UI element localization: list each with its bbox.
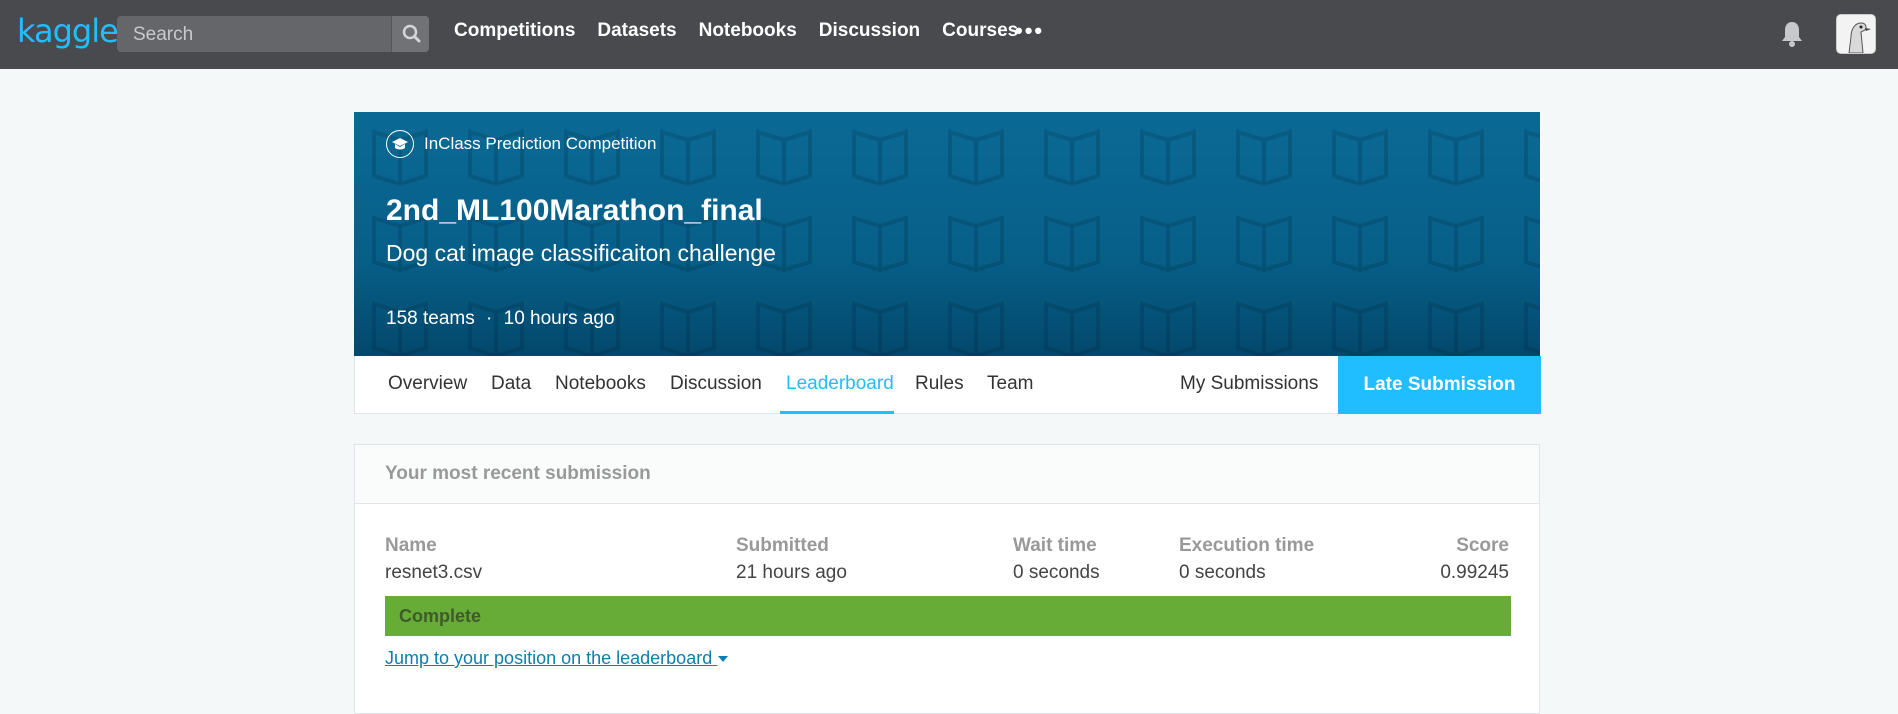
my-submissions-link[interactable]: My Submissions — [1180, 373, 1318, 395]
card-heading: Your most recent submission — [385, 463, 651, 484]
column-name: Name resnet3.csv — [385, 535, 482, 584]
competition-type: InClass Prediction Competition — [386, 130, 656, 158]
competition-title: 2nd_ML100Marathon_final — [386, 194, 763, 227]
competition-tabs: Overview Data Notebooks Discussion Leade… — [354, 356, 1541, 414]
column-score: Score 0.99245 — [1440, 535, 1509, 584]
graduation-cap-icon — [386, 130, 414, 158]
tab-notebooks[interactable]: Notebooks — [555, 373, 646, 395]
name-label: Name — [385, 535, 437, 556]
submitted-value: 21 hours ago — [736, 562, 847, 583]
more-menu-icon[interactable]: ••• — [1015, 18, 1044, 44]
column-wait-time: Wait time 0 seconds — [1013, 535, 1100, 584]
tab-data[interactable]: Data — [491, 373, 531, 395]
competition-meta: 158 teams · 10 hours ago — [386, 308, 615, 330]
execution-time-value: 0 seconds — [1179, 562, 1266, 583]
nav-datasets[interactable]: Datasets — [597, 20, 676, 42]
tab-rules[interactable]: Rules — [915, 373, 964, 395]
column-execution-time: Execution time 0 seconds — [1179, 535, 1314, 584]
card-header: Your most recent submission — [355, 445, 1539, 504]
file-name: resnet3.csv — [385, 562, 483, 583]
recent-submission-card: Your most recent submission Name resnet3… — [354, 444, 1540, 714]
nav-discussion[interactable]: Discussion — [819, 20, 920, 42]
team-count: 158 teams — [386, 308, 475, 329]
main-nav: Competitions Datasets Notebooks Discussi… — [454, 20, 1018, 42]
time-ago: 10 hours ago — [503, 308, 615, 329]
jump-link-label[interactable]: Jump to your position on the leaderboard — [385, 648, 712, 668]
competition-subtitle: Dog cat image classificaiton challenge — [386, 240, 776, 266]
nav-competitions[interactable]: Competitions — [454, 20, 575, 42]
top-navbar: kaggle Search Competitions Datasets Note… — [0, 0, 1898, 69]
execution-time-label: Execution time — [1179, 535, 1315, 556]
status-label: Complete — [399, 606, 482, 626]
search-input[interactable]: Search — [133, 24, 193, 46]
nav-courses[interactable]: Courses — [942, 20, 1018, 42]
score-value: 0.99245 — [1440, 562, 1509, 583]
active-tab-indicator — [780, 411, 894, 414]
meta-separator: · — [486, 308, 493, 329]
score-label: Score — [1456, 535, 1509, 556]
kaggle-logo[interactable]: kaggle — [17, 12, 119, 50]
search-button[interactable] — [391, 16, 429, 52]
tab-overview[interactable]: Overview — [388, 373, 467, 395]
search-box[interactable]: Search — [117, 16, 429, 52]
jump-to-position-link[interactable]: Jump to your position on the leaderboard — [385, 648, 729, 669]
competition-type-label: InClass Prediction Competition — [424, 134, 657, 153]
wait-time-label: Wait time — [1013, 535, 1097, 556]
competition-header: InClass Prediction Competition 2nd_ML100… — [354, 112, 1540, 356]
late-submission-button[interactable]: Late Submission — [1338, 356, 1541, 414]
nav-notebooks[interactable]: Notebooks — [699, 20, 797, 42]
user-avatar[interactable] — [1836, 14, 1876, 54]
submitted-label: Submitted — [736, 535, 829, 556]
tab-team[interactable]: Team — [987, 373, 1033, 395]
caret-down-icon — [718, 656, 729, 663]
notification-bell-icon[interactable] — [1779, 20, 1805, 48]
tab-leaderboard[interactable]: Leaderboard — [786, 373, 894, 395]
search-icon — [402, 24, 421, 43]
tab-discussion[interactable]: Discussion — [670, 373, 762, 395]
wait-time-value: 0 seconds — [1013, 562, 1100, 583]
status-bar: Complete — [385, 596, 1511, 636]
column-submitted: Submitted 21 hours ago — [736, 535, 847, 584]
avatar-image — [1837, 15, 1875, 53]
